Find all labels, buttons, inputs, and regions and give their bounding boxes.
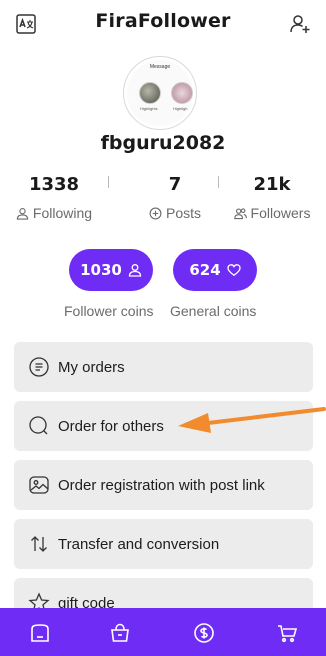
username: fbguru2082	[100, 132, 226, 154]
top-bar: FiraFollower	[0, 0, 326, 46]
stat-posts[interactable]: 7 Posts	[121, 174, 229, 221]
stat-posts-label-row: Posts	[121, 205, 229, 221]
avatar-highlight-1-label: Highlights	[140, 106, 158, 111]
orders-icon	[29, 357, 49, 377]
add-user-icon[interactable]	[288, 12, 312, 36]
avatar-message-label: Message	[149, 64, 171, 70]
avatar-highlight-2-label: Highligh	[173, 106, 188, 111]
stat-followers-value: 21k	[253, 174, 291, 195]
stat-posts-label: Posts	[165, 205, 201, 221]
stat-followers-label: Followers	[250, 205, 311, 221]
plus-circle-icon	[149, 207, 162, 219]
menu-item-order-registration[interactable]: Order registration with post link	[14, 460, 313, 510]
menu-item-my-orders[interactable]: My orders	[14, 342, 313, 392]
stat-divider	[108, 176, 109, 188]
transfer-icon	[31, 536, 47, 552]
app-title: FiraFollower	[95, 10, 231, 32]
person-icon	[128, 264, 142, 277]
menu-item-transfer[interactable]: Transfer and conversion	[14, 519, 313, 569]
profile-stats: 1338 Following 7 Posts 21k Followers	[0, 174, 326, 234]
menu-item-label: Order registration with post link	[58, 476, 265, 494]
menu-item-label: My orders	[58, 358, 125, 376]
search-icon	[29, 416, 48, 435]
shop-bag-icon[interactable]	[108, 621, 132, 645]
avatar[interactable]: Message Highlights Highligh	[123, 56, 197, 130]
heart-icon	[227, 264, 241, 276]
people-icon	[233, 207, 247, 219]
stat-followers[interactable]: 21k Followers	[218, 174, 326, 221]
stat-following-label-row: Following	[0, 205, 108, 221]
stat-following-value: 1338	[28, 174, 80, 195]
follower-coins-value: 1030	[80, 261, 122, 279]
avatar-highlight-1	[139, 82, 161, 104]
bottom-nav	[0, 608, 326, 656]
general-coins-value: 624	[189, 261, 221, 279]
stat-followers-label-row: Followers	[218, 205, 326, 221]
general-coins-button[interactable]: 624	[173, 249, 257, 291]
cart-icon[interactable]	[275, 621, 299, 645]
annotation-arrow	[178, 407, 326, 433]
menu-item-label: Order for others	[58, 417, 164, 435]
avatar-highlight-2	[171, 82, 193, 104]
home-icon[interactable]	[28, 621, 52, 645]
avatar-image: Message Highlights Highligh	[127, 60, 193, 126]
person-icon	[16, 207, 29, 220]
menu-item-label: Transfer and conversion	[58, 535, 220, 553]
stat-following[interactable]: 1338 Following	[0, 174, 108, 221]
stat-posts-value: 7	[168, 174, 182, 195]
stat-following-label: Following	[32, 205, 93, 221]
general-coins-label: General coins	[170, 303, 257, 319]
image-icon	[29, 476, 49, 494]
dollar-icon[interactable]	[192, 621, 216, 645]
follower-coins-button[interactable]: 1030	[69, 249, 153, 291]
follower-coins-label: Follower coins	[64, 303, 154, 319]
stat-divider	[218, 176, 219, 188]
